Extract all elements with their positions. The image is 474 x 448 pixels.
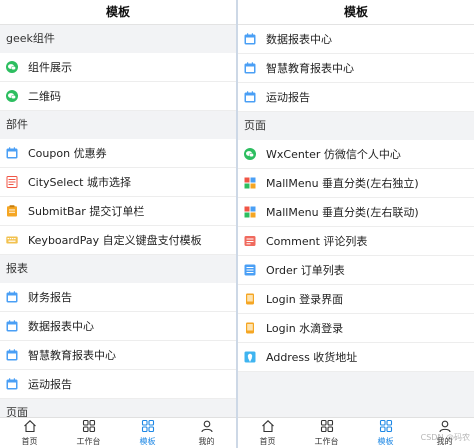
- home-icon: [23, 419, 37, 436]
- calendar-icon: [244, 91, 256, 103]
- page-title: 模板: [0, 0, 236, 25]
- tab-2[interactable]: 模板: [118, 418, 177, 448]
- list-item-label: SubmitBar 提交订单栏: [28, 205, 145, 218]
- calendar-icon: [6, 320, 18, 332]
- calendar-icon: [6, 378, 18, 390]
- list-item[interactable]: Coupon 优惠券: [0, 139, 236, 168]
- calendar-icon: [6, 147, 18, 159]
- section-header: geek组件: [0, 25, 236, 53]
- grid-icon: [320, 419, 334, 436]
- list-item[interactable]: 数据报表中心: [238, 25, 474, 54]
- tab-0[interactable]: 首页: [0, 418, 59, 448]
- list-item[interactable]: Order 订单列表: [238, 256, 474, 285]
- list-item-label: Login 水滴登录: [266, 322, 344, 335]
- calendar-icon: [244, 62, 256, 74]
- section-header: 部件: [0, 111, 236, 139]
- wechat-icon: [6, 90, 18, 102]
- section-header: 报表: [0, 255, 236, 283]
- login-icon: [244, 293, 256, 305]
- tab-label: 我的: [198, 437, 215, 446]
- list-item-label: MallMenu 垂直分类(左右独立): [266, 177, 419, 190]
- list-item-label: MallMenu 垂直分类(左右联动): [266, 206, 419, 219]
- list-item-label: 数据报表中心: [28, 320, 94, 333]
- list-item-label: KeyboardPay 自定义键盘支付模板: [28, 234, 202, 247]
- tab-label: 首页: [259, 437, 276, 446]
- list-item[interactable]: CitySelect 城市选择: [0, 168, 236, 197]
- tab-3[interactable]: 我的: [177, 418, 236, 448]
- list-item[interactable]: 运动报告: [0, 370, 236, 399]
- list-item[interactable]: 智慧教育报表中心: [0, 341, 236, 370]
- keyboard-icon: [6, 234, 18, 246]
- wechat-icon: [244, 148, 256, 160]
- list-item[interactable]: WxCenter 仿微信个人中心: [238, 140, 474, 169]
- list-item-label: 运动报告: [266, 91, 310, 104]
- list-item-label: Order 订单列表: [266, 264, 345, 277]
- wechat-icon: [6, 61, 18, 73]
- list-item[interactable]: Login 水滴登录: [238, 314, 474, 343]
- page-title: 模板: [238, 0, 474, 25]
- order-icon: [244, 264, 256, 276]
- user-icon: [200, 419, 214, 436]
- tab-label: 模板: [139, 437, 156, 446]
- list-item[interactable]: 财务报告: [0, 283, 236, 312]
- tab-2[interactable]: 模板: [356, 418, 415, 448]
- calendar-icon: [6, 349, 18, 361]
- tab-label: 工作台: [76, 437, 101, 446]
- list-item[interactable]: Address 收货地址: [238, 343, 474, 372]
- list-item-label: CitySelect 城市选择: [28, 176, 131, 189]
- list-item[interactable]: SubmitBar 提交订单栏: [0, 197, 236, 226]
- watermark: CSDN @码农: [420, 433, 470, 442]
- calendar-icon: [244, 33, 256, 45]
- list-item-label: Login 登录界面: [266, 293, 344, 306]
- section-header: 页面: [238, 112, 474, 140]
- tab-0[interactable]: 首页: [238, 418, 297, 448]
- list-item-label: 二维码: [28, 90, 61, 103]
- login-icon: [244, 322, 256, 334]
- list-item-label: Comment 评论列表: [266, 235, 368, 248]
- clipboard-icon: [6, 205, 18, 217]
- address-icon: [244, 351, 256, 363]
- list-item[interactable]: 智慧教育报表中心: [238, 54, 474, 83]
- tab-1[interactable]: 工作台: [59, 418, 118, 448]
- left-phone-pane: 模板 geek组件组件展示二维码部件 Coupon 优惠券 CitySelect 城…: [0, 0, 236, 448]
- list-item[interactable]: Comment 评论列表: [238, 227, 474, 256]
- tab-label: 工作台: [314, 437, 339, 446]
- list-item[interactable]: 组件展示: [0, 53, 236, 82]
- list-item[interactable]: MallMenu 垂直分类(左右独立): [238, 169, 474, 198]
- document-red-icon: [6, 176, 18, 188]
- template-list: 数据报表中心智慧教育报表中心 运动报告页面 WxCenter 仿微信个人中心 Mall…: [238, 25, 474, 372]
- list-item-label: 组件展示: [28, 61, 72, 74]
- grid-icon: [82, 419, 96, 436]
- grid-icon: [379, 419, 393, 436]
- right-phone-pane: 模板 数据报表中心智慧教育报表中心 运动报告页面 WxCenter 仿微信个人中心 M…: [238, 0, 474, 448]
- list-item[interactable]: 二维码: [0, 82, 236, 111]
- tab-label: 模板: [377, 437, 394, 446]
- list-item-label: WxCenter 仿微信个人中心: [266, 148, 401, 161]
- home-icon: [261, 419, 275, 436]
- list-item[interactable]: 运动报告: [238, 83, 474, 112]
- list-item[interactable]: 数据报表中心: [0, 312, 236, 341]
- list-item-label: 数据报表中心: [266, 33, 332, 46]
- list-item[interactable]: KeyboardPay 自定义键盘支付模板: [0, 226, 236, 255]
- list-item-label: 智慧教育报表中心: [266, 62, 354, 75]
- grid-icon: [141, 419, 155, 436]
- template-list: geek组件组件展示二维码部件 Coupon 优惠券 CitySelect 城市选择…: [0, 25, 236, 427]
- colorgrid-icon: [244, 206, 256, 218]
- tab-1[interactable]: 工作台: [297, 418, 356, 448]
- tab-label: 首页: [21, 437, 38, 446]
- list-item-label: 运动报告: [28, 378, 72, 391]
- list-item-label: Coupon 优惠券: [28, 147, 107, 160]
- calendar-icon: [6, 291, 18, 303]
- comment-icon: [244, 235, 256, 247]
- list-item-label: 智慧教育报表中心: [28, 349, 116, 362]
- colorgrid-icon: [244, 177, 256, 189]
- list-item-label: Address 收货地址: [266, 351, 358, 364]
- list-item[interactable]: Login 登录界面: [238, 285, 474, 314]
- list-item[interactable]: MallMenu 垂直分类(左右联动): [238, 198, 474, 227]
- list-item-label: 财务报告: [28, 291, 72, 304]
- bottom-tab-bar: 首页 工作台 模板 我的: [0, 417, 236, 448]
